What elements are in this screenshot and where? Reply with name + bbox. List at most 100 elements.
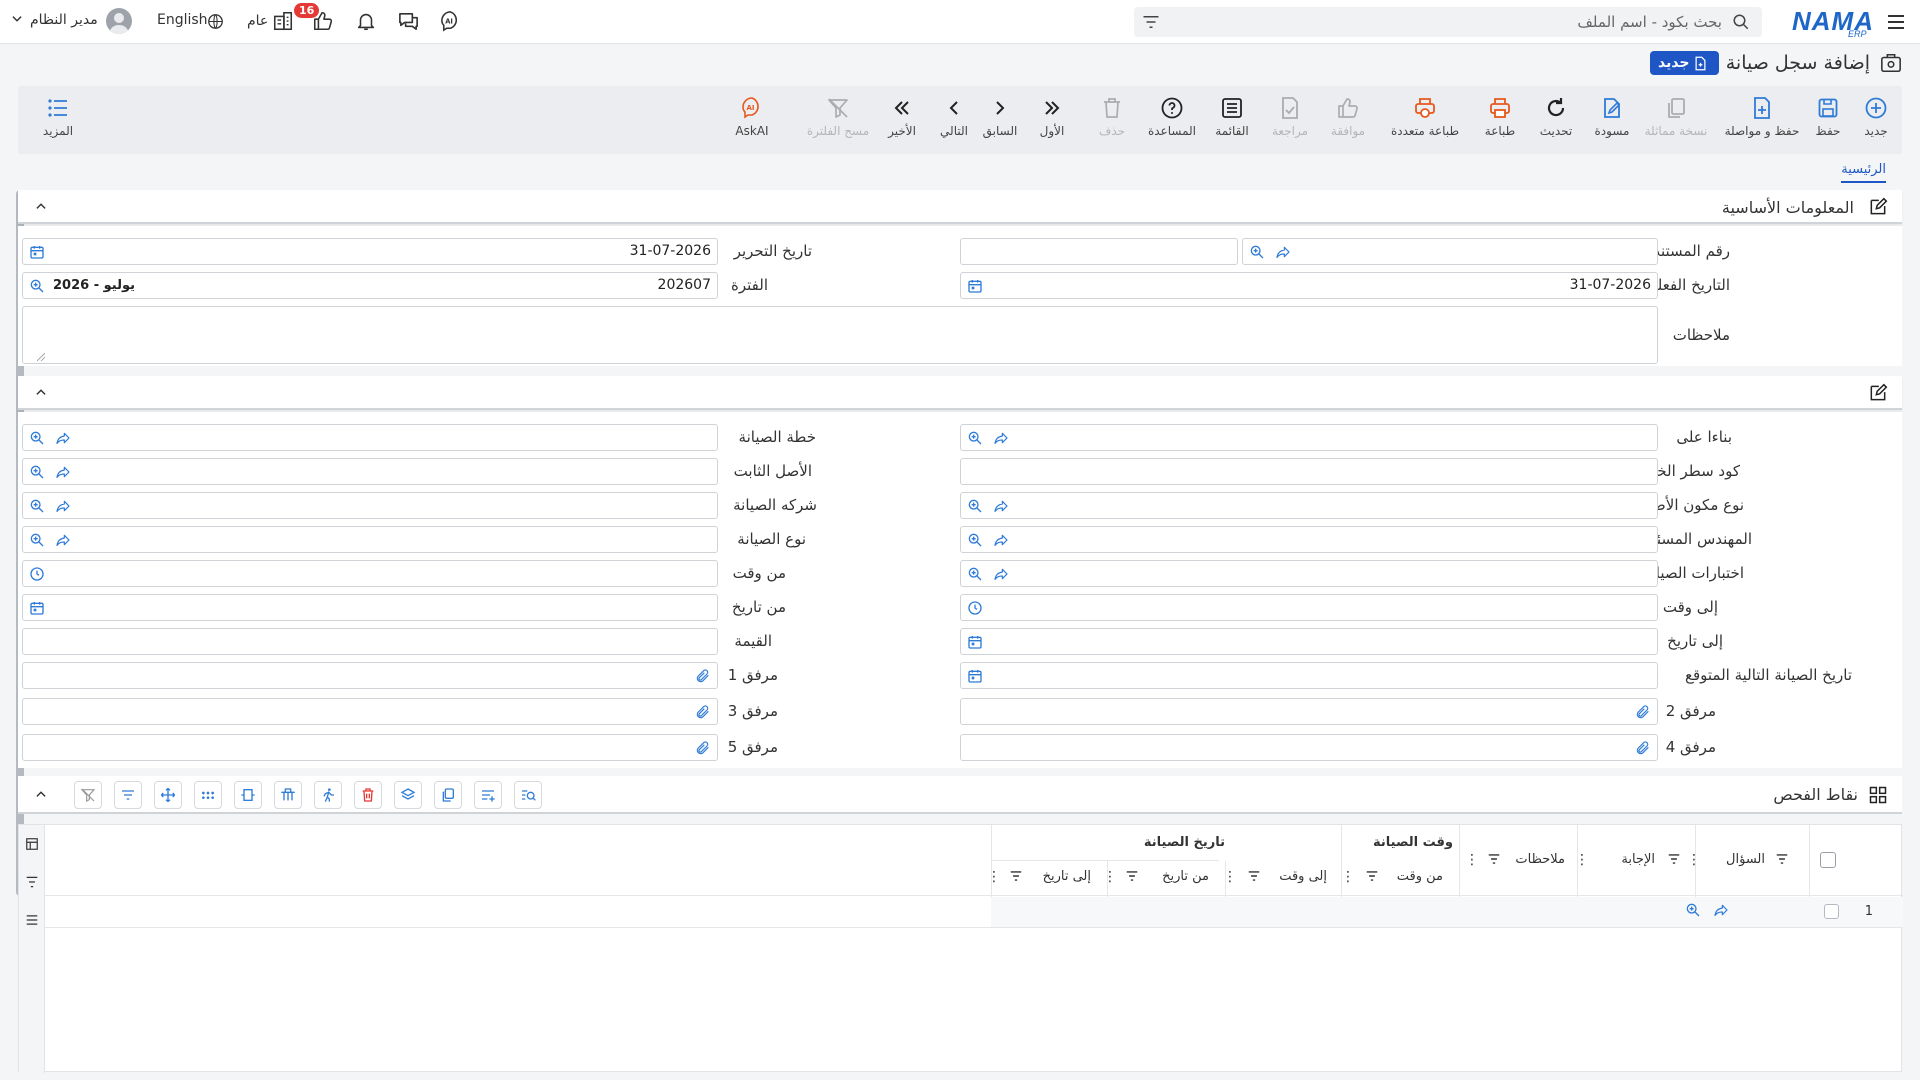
multi-print-button[interactable]: طباعة متعددة: [1380, 96, 1470, 138]
share-arrow-icon[interactable]: [993, 566, 1009, 582]
list-button[interactable]: القائمة: [1202, 96, 1262, 138]
filter-rows-button[interactable]: [114, 781, 142, 809]
to-time-field[interactable]: [960, 594, 1658, 621]
column-answer[interactable]: الإجابة: [1621, 852, 1655, 867]
language-switch[interactable]: English: [157, 12, 208, 28]
from-time-field[interactable]: [22, 560, 718, 587]
column-menu-icon[interactable]: ⋮: [987, 869, 1001, 885]
menu-icon[interactable]: [1884, 10, 1908, 34]
avatar[interactable]: [106, 8, 132, 34]
asset-component-type-lookup[interactable]: [960, 492, 1658, 519]
buildings-icon[interactable]: [272, 10, 296, 34]
filter-lines-icon[interactable]: [1142, 14, 1160, 30]
search-plus-icon[interactable]: [967, 566, 983, 582]
column-menu-icon[interactable]: ⋮: [1341, 869, 1355, 885]
responsible-engineer-lookup[interactable]: [960, 526, 1658, 553]
details-header[interactable]: [18, 376, 1902, 410]
search-plus-icon[interactable]: [29, 498, 45, 514]
tab-main[interactable]: الرئيسية: [1841, 162, 1886, 183]
filter-icon[interactable]: [1667, 852, 1681, 866]
duplicate-button[interactable]: نسخة مماثلة: [1636, 96, 1716, 138]
clear-grid-filter-button[interactable]: [74, 781, 102, 809]
calendar-icon[interactable]: [967, 278, 983, 294]
table-structure-button[interactable]: [274, 781, 302, 809]
attachment-4-field[interactable]: [960, 734, 1658, 761]
calendar-icon[interactable]: [29, 600, 45, 616]
chevron-up-icon[interactable]: [34, 385, 48, 399]
run-button[interactable]: [314, 781, 342, 809]
column-from-time[interactable]: من وقت: [1397, 869, 1443, 884]
share-arrow-icon[interactable]: [55, 430, 71, 446]
save-continue-button[interactable]: حفظ و مواصلة: [1718, 96, 1806, 138]
share-arrow-icon[interactable]: [1713, 902, 1729, 918]
clock-icon[interactable]: [29, 566, 45, 582]
column-from-date[interactable]: من تاريخ: [1162, 869, 1209, 884]
bell-icon[interactable]: [355, 10, 379, 34]
move-button[interactable]: [154, 781, 182, 809]
search-plus-icon[interactable]: [1249, 244, 1265, 260]
maintenance-plan-lookup[interactable]: [22, 424, 718, 451]
search-plus-icon[interactable]: [967, 498, 983, 514]
clear-filter-button[interactable]: مسح الفلترة: [788, 96, 888, 138]
column-menu-icon[interactable]: ⋮: [1687, 852, 1701, 868]
share-arrow-icon[interactable]: [1275, 244, 1291, 260]
attachment-2-field[interactable]: [960, 698, 1658, 725]
chat-icon[interactable]: [397, 10, 421, 34]
draft-button[interactable]: مسودة: [1582, 96, 1642, 138]
columns-menu-icon[interactable]: [25, 913, 39, 927]
share-arrow-icon[interactable]: [993, 498, 1009, 514]
search-plus-icon[interactable]: [29, 430, 45, 446]
column-notes[interactable]: ملاحظات: [1515, 852, 1565, 867]
print-button[interactable]: طباعة: [1470, 96, 1530, 138]
table-row[interactable]: 1: [991, 897, 1903, 927]
calendar-icon[interactable]: [967, 668, 983, 684]
maintenance-tests-lookup[interactable]: [960, 560, 1658, 587]
filter-icon[interactable]: [1775, 852, 1789, 866]
save-button[interactable]: حفظ: [1798, 96, 1858, 138]
column-menu-icon[interactable]: ⋮: [1465, 852, 1479, 868]
column-question[interactable]: السؤال: [1726, 852, 1765, 867]
clock-icon[interactable]: [967, 600, 983, 616]
doc-number-lookup[interactable]: [1242, 238, 1658, 265]
chevron-up-icon[interactable]: [34, 199, 48, 213]
paperclip-icon[interactable]: [695, 668, 711, 684]
paperclip-icon[interactable]: [695, 704, 711, 720]
share-arrow-icon[interactable]: [993, 430, 1009, 446]
filter-icon[interactable]: [1125, 869, 1139, 883]
scope-selector[interactable]: عام: [247, 13, 268, 29]
paperclip-icon[interactable]: [1635, 740, 1651, 756]
value-field[interactable]: [22, 628, 718, 655]
search-plus-icon[interactable]: [1685, 902, 1701, 918]
column-to-date[interactable]: إلى تاريخ: [1043, 869, 1091, 884]
column-menu-icon[interactable]: ⋮: [1103, 869, 1117, 885]
calendar-icon[interactable]: [967, 634, 983, 650]
row-checkbox[interactable]: [1824, 904, 1839, 919]
add-row-button[interactable]: [474, 781, 502, 809]
from-date-field[interactable]: [22, 594, 718, 621]
attachment-1-field[interactable]: [22, 662, 718, 689]
share-arrow-icon[interactable]: [993, 532, 1009, 548]
delete-button[interactable]: حذف: [1082, 96, 1142, 138]
dots-grid-button[interactable]: [194, 781, 222, 809]
share-arrow-icon[interactable]: [55, 464, 71, 480]
plan-line-code-field[interactable]: [960, 458, 1658, 485]
filter-icon[interactable]: [1247, 869, 1261, 883]
share-arrow-icon[interactable]: [55, 498, 71, 514]
table-settings-icon[interactable]: [25, 837, 39, 851]
brand-logo[interactable]: NAMA ERP: [1790, 4, 1874, 40]
search-plus-icon[interactable]: [29, 278, 45, 294]
search-input[interactable]: بحث بكود - اسم الملف: [1134, 7, 1762, 37]
delete-row-button[interactable]: [354, 781, 382, 809]
column-to-time[interactable]: إلى وقت: [1279, 869, 1327, 884]
paperclip-icon[interactable]: [1635, 704, 1651, 720]
search-plus-icon[interactable]: [29, 532, 45, 548]
share-arrow-icon[interactable]: [55, 532, 71, 548]
next-record-button[interactable]: التالي: [924, 96, 984, 138]
user-menu-chevron-icon[interactable]: [10, 12, 24, 26]
filter-icon[interactable]: [1009, 869, 1023, 883]
edit-date-field[interactable]: 31-07-2026: [22, 238, 718, 265]
first-record-button[interactable]: الأول: [1022, 96, 1082, 138]
ai-assistant-icon[interactable]: AI: [439, 10, 463, 34]
based-on-lookup[interactable]: [960, 424, 1658, 451]
period-field[interactable]: 202607 2026 - يوليو: [22, 272, 718, 299]
